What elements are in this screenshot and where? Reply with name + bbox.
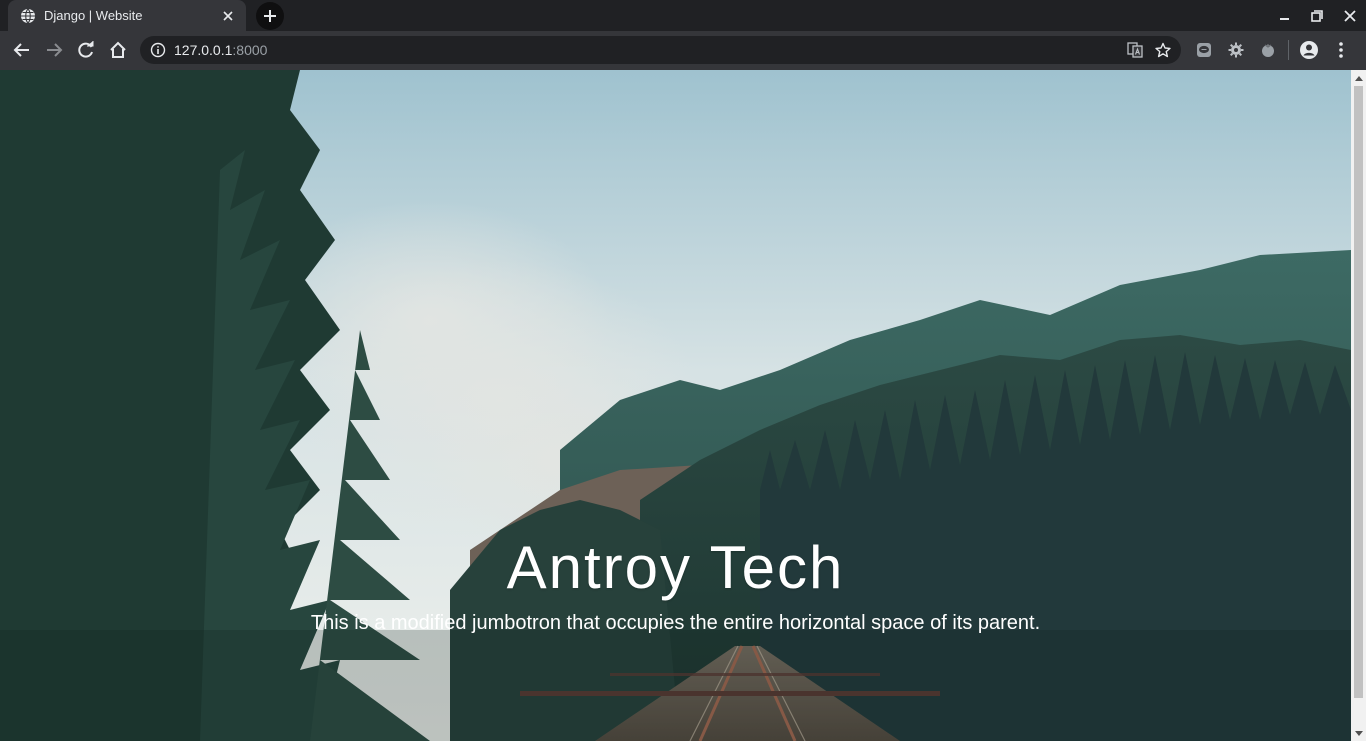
translate-icon[interactable] <box>1121 36 1149 64</box>
browser-toolbar: 127.0.0.1:8000 <box>0 31 1366 70</box>
jumbotron-title: Antroy Tech <box>506 534 845 601</box>
menu-kebab-icon[interactable] <box>1325 34 1357 66</box>
minimize-button[interactable] <box>1234 0 1300 31</box>
arrow-right-icon <box>47 43 63 57</box>
extensions-area <box>1188 34 1357 66</box>
url-port: :8000 <box>232 42 268 58</box>
scroll-up-arrow-icon[interactable] <box>1351 70 1366 85</box>
reload-button[interactable] <box>70 34 102 66</box>
settings-gear-extension-icon[interactable] <box>1220 34 1252 66</box>
minimize-icon <box>1280 18 1289 20</box>
browser-tab[interactable]: Django | Website <box>8 0 246 31</box>
scroll-down-arrow-icon[interactable] <box>1351 726 1366 741</box>
close-window-button[interactable] <box>1333 0 1366 31</box>
reload-icon <box>78 41 94 58</box>
tab-title: Django | Website <box>44 8 143 23</box>
plus-icon <box>264 10 276 22</box>
vertical-scrollbar[interactable] <box>1351 70 1366 741</box>
info-icon[interactable] <box>150 42 166 58</box>
page-viewport: Antroy Tech This is a modified jumbotron… <box>0 70 1351 741</box>
home-button[interactable] <box>102 34 134 66</box>
back-button[interactable] <box>6 34 38 66</box>
new-tab-button[interactable] <box>256 2 284 30</box>
tab-close-icon[interactable] <box>220 8 236 24</box>
window-controls <box>1234 0 1366 31</box>
toolbar-separator <box>1288 40 1289 60</box>
bookmark-star-icon[interactable] <box>1149 36 1177 64</box>
forward-button[interactable] <box>38 34 70 66</box>
url-text[interactable]: 127.0.0.1:8000 <box>174 42 1121 58</box>
tomato-extension-icon[interactable] <box>1252 34 1284 66</box>
scrollbar-thumb[interactable] <box>1354 86 1363 698</box>
restore-icon <box>1310 9 1323 22</box>
close-icon <box>1343 9 1356 22</box>
url-host: 127.0.0.1 <box>174 42 233 58</box>
jumbotron-lead: This is a modified jumbotron that occupi… <box>310 612 1041 634</box>
tab-strip: Django | Website <box>0 0 1366 31</box>
arrow-left-icon <box>13 43 29 57</box>
jumbotron: Antroy Tech This is a modified jumbotron… <box>0 70 1351 741</box>
restore-button[interactable] <box>1300 0 1333 31</box>
profile-avatar-icon[interactable] <box>1293 34 1325 66</box>
globe-icon <box>20 8 36 24</box>
home-icon <box>110 41 126 58</box>
chat-extension-icon[interactable] <box>1188 34 1220 66</box>
address-bar[interactable]: 127.0.0.1:8000 <box>140 36 1181 64</box>
